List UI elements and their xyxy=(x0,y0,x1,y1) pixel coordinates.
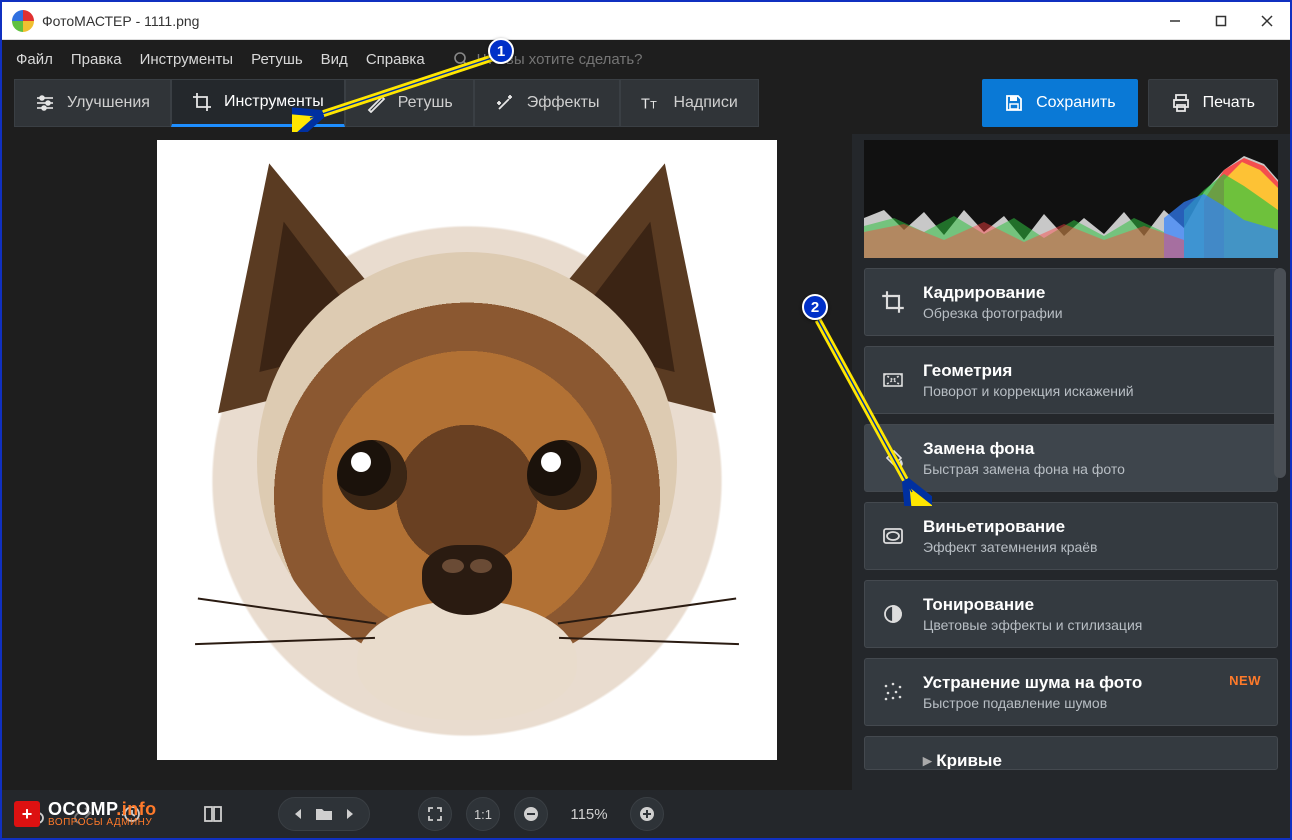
search-icon xyxy=(453,51,469,67)
tab-text[interactable]: TT Надписи xyxy=(620,79,758,127)
svg-text:T: T xyxy=(641,96,650,112)
tool-crop-title: Кадрирование xyxy=(923,283,1261,303)
window-title: ФотоМАСТЕР - 1111.png xyxy=(42,13,199,29)
crop-icon xyxy=(192,92,212,112)
save-icon xyxy=(1004,93,1024,113)
tool-geometry-desc: Поворот и коррекция искажений xyxy=(923,383,1261,399)
tool-toning-title: Тонирование xyxy=(923,595,1261,615)
tab-enhance-label: Улучшения xyxy=(67,94,150,112)
vignette-icon xyxy=(879,522,907,550)
menu-view[interactable]: Вид xyxy=(321,51,348,68)
compare-button[interactable] xyxy=(196,797,230,831)
tool-bg-title: Замена фона xyxy=(923,439,1261,459)
watermark-main2: .info xyxy=(116,799,157,819)
print-icon xyxy=(1171,93,1191,113)
file-nav-group xyxy=(278,797,370,831)
menu-edit[interactable]: Правка xyxy=(71,51,122,68)
image-canvas[interactable] xyxy=(157,140,777,760)
print-button[interactable]: Печать xyxy=(1148,79,1278,127)
tool-curves[interactable]: Кривые xyxy=(864,736,1278,770)
tab-tools-label: Инструменты xyxy=(224,93,324,111)
bottom-toolbar: 1:1 115% xyxy=(2,790,1290,838)
next-file-button[interactable] xyxy=(343,807,357,821)
noise-icon xyxy=(879,678,907,706)
tool-denoise-desc: Быстрое подавление шумов xyxy=(923,695,1261,711)
right-panel: Кадрирование Обрезка фотографии Геометри… xyxy=(852,134,1290,790)
minimize-button[interactable] xyxy=(1152,2,1198,40)
new-badge: NEW xyxy=(1229,673,1261,688)
tool-curves-title: Кривые xyxy=(923,751,1261,770)
menu-bar: Файл Правка Инструменты Ретушь Вид Справ… xyxy=(2,40,1290,78)
canvas-area[interactable] xyxy=(2,134,852,790)
text-icon: TT xyxy=(641,93,661,113)
open-file-button[interactable] xyxy=(315,806,333,822)
print-label: Печать xyxy=(1203,94,1255,112)
tool-background-replace[interactable]: Замена фона Быстрая замена фона на фото xyxy=(864,424,1278,492)
tab-text-label: Надписи xyxy=(673,94,737,112)
panel-scrollbar[interactable] xyxy=(1274,268,1288,790)
tool-denoise[interactable]: Устранение шума на фото Быстрое подавлен… xyxy=(864,658,1278,726)
histogram[interactable] xyxy=(864,140,1278,258)
watermark-main1: OCOMP xyxy=(48,799,116,819)
toning-icon xyxy=(879,600,907,628)
tool-geometry-title: Геометрия xyxy=(923,361,1261,381)
watermark-sub: ВОПРОСЫ АДМИНУ xyxy=(48,818,157,828)
tool-geometry[interactable]: Геометрия Поворот и коррекция искажений xyxy=(864,346,1278,414)
scrollbar-thumb[interactable] xyxy=(1274,268,1286,478)
image-content xyxy=(157,140,777,760)
geometry-icon xyxy=(879,366,907,394)
tool-denoise-title: Устранение шума на фото xyxy=(923,673,1261,693)
menu-retouch[interactable]: Ретушь xyxy=(251,51,303,68)
fit-screen-button[interactable] xyxy=(418,797,452,831)
top-tabs: Улучшения Инструменты Ретушь Эффекты TT … xyxy=(2,78,1290,134)
tab-retouch[interactable]: Ретушь xyxy=(345,79,474,127)
zoom-out-button[interactable] xyxy=(514,797,548,831)
tool-vignette-desc: Эффект затемнения краёв xyxy=(923,539,1261,555)
tool-toning[interactable]: Тонирование Цветовые эффекты и стилизаци… xyxy=(864,580,1278,648)
menu-tools[interactable]: Инструменты xyxy=(140,51,234,68)
annotation-callout-2: 2 xyxy=(802,294,828,320)
actual-size-button[interactable]: 1:1 xyxy=(466,797,500,831)
close-button[interactable] xyxy=(1244,2,1290,40)
watermark-badge: + xyxy=(14,801,40,827)
tab-tools[interactable]: Инструменты xyxy=(171,79,345,127)
tab-effects-label: Эффекты xyxy=(527,94,600,112)
tools-list[interactable]: Кадрирование Обрезка фотографии Геометри… xyxy=(852,268,1290,790)
sliders-icon xyxy=(35,93,55,113)
prev-file-button[interactable] xyxy=(291,807,305,821)
ratio-label: 1:1 xyxy=(474,807,492,822)
app-icon xyxy=(12,10,34,32)
tool-toning-desc: Цветовые эффекты и стилизация xyxy=(923,617,1261,633)
wand-icon xyxy=(495,93,515,113)
save-label: Сохранить xyxy=(1036,94,1116,112)
tool-crop-desc: Обрезка фотографии xyxy=(923,305,1261,321)
save-button[interactable]: Сохранить xyxy=(982,79,1138,127)
window-controls xyxy=(1152,2,1290,40)
tool-bg-desc: Быстрая замена фона на фото xyxy=(923,461,1261,477)
annotation-callout-1: 1 xyxy=(488,38,514,64)
tool-crop[interactable]: Кадрирование Обрезка фотографии xyxy=(864,268,1278,336)
menu-file[interactable]: Файл xyxy=(16,51,53,68)
menu-help[interactable]: Справка xyxy=(366,51,425,68)
svg-text:T: T xyxy=(651,99,658,111)
watermark: + OCOMP.info ВОПРОСЫ АДМИНУ xyxy=(14,800,157,828)
zoom-in-button[interactable] xyxy=(630,797,664,831)
tool-vignette[interactable]: Виньетирование Эффект затемнения краёв xyxy=(864,502,1278,570)
crop-icon xyxy=(879,288,907,316)
brush-icon xyxy=(366,93,386,113)
tab-effects[interactable]: Эффекты xyxy=(474,79,621,127)
tab-retouch-label: Ретушь xyxy=(398,94,453,112)
zoom-value: 115% xyxy=(562,806,616,823)
window-titlebar: ФотоМАСТЕР - 1111.png xyxy=(2,2,1290,40)
paint-bucket-icon xyxy=(879,444,907,472)
tool-vignette-title: Виньетирование xyxy=(923,517,1261,537)
tab-enhance[interactable]: Улучшения xyxy=(14,79,171,127)
maximize-button[interactable] xyxy=(1198,2,1244,40)
